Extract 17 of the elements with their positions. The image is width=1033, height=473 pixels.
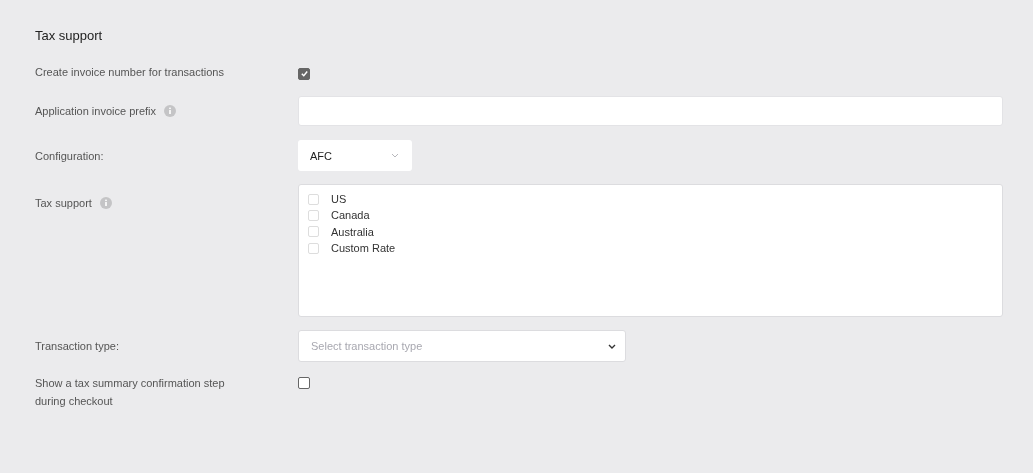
field-label: Transaction type:	[35, 339, 119, 354]
field-label: Create invoice number for transactions	[35, 65, 224, 80]
chevron-down-icon	[391, 153, 399, 158]
section-title: Tax support	[35, 28, 104, 43]
select-field[interactable]: AFC	[298, 140, 412, 171]
option-label: Canada	[331, 209, 370, 222]
field-label: Tax support	[35, 196, 92, 211]
field-label: Application invoice prefix	[35, 104, 157, 119]
option-label: US	[331, 193, 347, 206]
text-field[interactable]	[298, 96, 1003, 126]
checkbox[interactable]	[298, 67, 310, 80]
field-label: Show a tax summary confirmation step during checkout	[35, 376, 226, 409]
option-label: Custom Rate	[331, 242, 396, 255]
field-label: Configuration:	[35, 148, 104, 164]
chevron-down-icon	[608, 343, 616, 349]
checkbox[interactable]	[298, 377, 310, 389]
option-label: Australia	[331, 225, 374, 238]
